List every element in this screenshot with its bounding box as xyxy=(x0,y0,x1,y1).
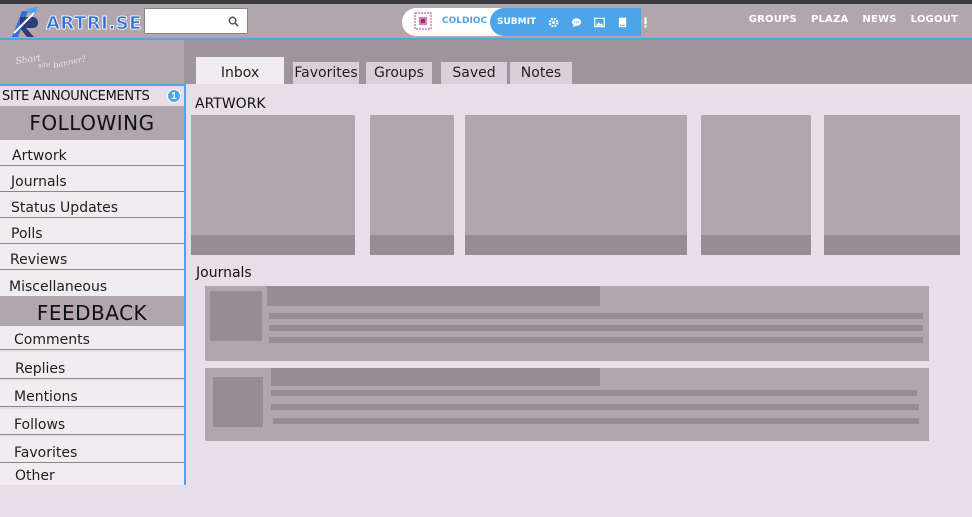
tab-inbox[interactable]: Inbox xyxy=(196,57,284,84)
artwork-card[interactable] xyxy=(824,115,960,255)
nav-logout[interactable]: LOGOUT xyxy=(911,14,958,25)
artwork-card[interactable] xyxy=(370,115,454,255)
following-heading: FOLLOWING xyxy=(0,106,184,140)
user-name[interactable]: COLDIOC xyxy=(442,16,487,26)
nav-groups[interactable]: GROUPS xyxy=(749,14,797,25)
journal-text-line xyxy=(273,418,919,424)
nav-plaza[interactable]: PLAZA xyxy=(811,14,848,25)
journal-entry[interactable] xyxy=(205,368,929,441)
sidebar-item-polls[interactable]: Polls xyxy=(0,218,184,244)
banner-left-panel: Short site banner? xyxy=(0,40,184,84)
journals-section-title: Journals xyxy=(196,265,252,281)
site-announcements-link[interactable]: SITE ANNOUNCEMENTS 1 xyxy=(2,86,182,106)
nav-news[interactable]: NEWS xyxy=(862,14,896,25)
search-icon[interactable] xyxy=(228,16,239,27)
user-avatar-icon[interactable] xyxy=(414,12,432,30)
artwork-card[interactable] xyxy=(465,115,687,255)
journal-thumbnail xyxy=(210,291,262,341)
artwork-card[interactable] xyxy=(701,115,811,255)
journal-title-placeholder xyxy=(271,368,600,386)
sidebar-item-follows[interactable]: Follows xyxy=(0,409,184,435)
book-icon[interactable] xyxy=(617,17,628,28)
site-announcements-label: SITE ANNOUNCEMENTS xyxy=(2,88,150,104)
artwork-card-footer xyxy=(465,235,687,255)
sidebar-item-other[interactable]: Other xyxy=(0,463,184,485)
sidebar-item-miscellaneous[interactable]: Miscellaneous xyxy=(0,270,184,296)
search-box xyxy=(144,8,248,34)
sidebar-item-favorites[interactable]: Favorites xyxy=(0,437,184,463)
feedback-heading: FEEDBACK xyxy=(0,296,184,330)
tab-favorites[interactable]: Favorites xyxy=(293,62,359,84)
top-navigation-bar: ARTRI.SE COLDIOC SUBMIT GROUPS PLAZA NEW… xyxy=(0,0,972,40)
tab-notes[interactable]: Notes xyxy=(510,62,572,84)
announcements-count-badge: 1 xyxy=(167,89,181,103)
gear-icon[interactable] xyxy=(548,17,559,28)
image-icon[interactable] xyxy=(594,17,606,28)
submit-button[interactable]: SUBMIT xyxy=(497,17,536,27)
sidebar-item-replies[interactable]: Replies xyxy=(0,352,184,379)
sidebar-item-mentions[interactable]: Mentions xyxy=(0,381,184,407)
tab-saved[interactable]: Saved xyxy=(441,62,507,84)
sidebar-item-comments[interactable]: Comments xyxy=(0,326,184,350)
sidebar-item-reviews[interactable]: Reviews xyxy=(0,244,184,270)
artwork-card-footer xyxy=(701,235,811,255)
journal-entry[interactable] xyxy=(205,286,929,361)
sidebar-item-artwork[interactable]: Artwork xyxy=(0,140,184,166)
journal-text-line xyxy=(269,325,923,331)
sidebar-item-status-updates[interactable]: Status Updates xyxy=(0,192,184,218)
journal-thumbnail xyxy=(213,377,263,427)
svg-text:banner?: banner? xyxy=(53,54,88,70)
artwork-card-footer xyxy=(370,235,454,255)
logo-mark-icon xyxy=(12,7,38,37)
action-bar: SUBMIT xyxy=(490,8,647,36)
journal-title-placeholder xyxy=(267,286,600,306)
banner-doodle: Short site banner? xyxy=(15,53,88,70)
search-input[interactable] xyxy=(149,12,225,30)
alert-icon[interactable] xyxy=(640,16,651,28)
journal-text-line xyxy=(269,313,923,319)
site-logo[interactable]: ARTRI.SE xyxy=(8,7,142,39)
journal-text-line xyxy=(269,337,923,343)
main-nav: GROUPS PLAZA NEWS LOGOUT xyxy=(749,14,958,25)
inbox-sidebar: SITE ANNOUNCEMENTS 1 FOLLOWING Artwork J… xyxy=(0,84,186,485)
artwork-card-footer xyxy=(824,235,960,255)
artwork-section-title: ARTWORK xyxy=(195,96,266,112)
tab-groups[interactable]: Groups xyxy=(366,62,432,84)
sidebar-item-journals[interactable]: Journals xyxy=(0,166,184,192)
artwork-card[interactable] xyxy=(191,115,355,255)
chat-icon[interactable] xyxy=(571,17,582,28)
journal-text-line xyxy=(271,390,917,396)
journal-text-line xyxy=(271,404,919,410)
logo-text: ARTRI.SE xyxy=(46,12,142,34)
svg-text:site: site xyxy=(37,60,51,70)
artwork-card-footer xyxy=(191,235,355,255)
